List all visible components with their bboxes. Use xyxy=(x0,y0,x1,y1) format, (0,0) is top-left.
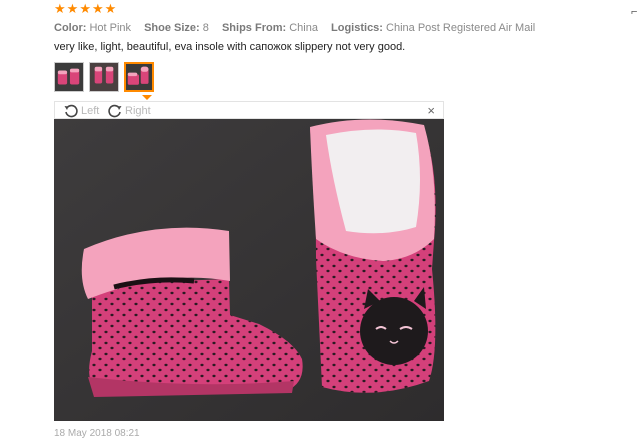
rating-stars: ★ ★ ★ ★ ★ xyxy=(54,2,116,16)
image-viewer: Left Right × xyxy=(54,101,444,421)
review-thumbnail-3[interactable] xyxy=(124,62,154,92)
review-date: 18 May 2018 08:21 xyxy=(54,428,140,439)
close-viewer-button[interactable]: × xyxy=(427,103,435,118)
review-thumbnail-2[interactable] xyxy=(89,62,119,92)
ships-from-value: China xyxy=(289,22,318,34)
logistics-label: Logistics: xyxy=(331,22,383,34)
order-attributes: Color: Hot Pink Shoe Size: 8 Ships From:… xyxy=(54,22,545,34)
shoe-size-label: Shoe Size: xyxy=(144,22,200,34)
star-icon: ★ xyxy=(104,1,117,16)
review-text: very like, light, beautiful, eva insole … xyxy=(54,41,406,53)
star-icon: ★ xyxy=(54,1,66,16)
review-thumbnail-1[interactable] xyxy=(54,62,84,92)
review-photo xyxy=(54,119,444,421)
rotate-left-button[interactable]: Left xyxy=(63,103,99,119)
rotate-left-label: Left xyxy=(81,105,100,117)
star-icon: ★ xyxy=(66,1,79,16)
logistics-value: China Post Registered Air Mail xyxy=(386,22,536,34)
viewer-toolbar: Left Right × xyxy=(54,101,444,119)
boots-thumbnail-image xyxy=(55,63,83,91)
boots-thumbnail-image xyxy=(90,63,118,91)
cursor-icon: ⌐ xyxy=(631,6,638,18)
close-icon: × xyxy=(427,103,435,118)
boots-thumbnail-image xyxy=(126,64,152,90)
star-icon: ★ xyxy=(79,1,91,16)
rotate-left-icon xyxy=(64,104,78,118)
rotate-right-icon xyxy=(108,104,122,118)
shoe-size-value: 8 xyxy=(202,22,209,34)
rotate-right-button[interactable]: Right xyxy=(107,103,151,119)
star-icon: ★ xyxy=(91,1,104,16)
selected-thumbnail-caret xyxy=(142,95,152,100)
color-value: Hot Pink xyxy=(89,22,132,34)
review-thumbnails xyxy=(54,62,154,92)
rotate-right-label: Right xyxy=(125,105,151,117)
ships-from-label: Ships From: xyxy=(221,22,287,34)
color-label: Color: xyxy=(54,22,87,34)
